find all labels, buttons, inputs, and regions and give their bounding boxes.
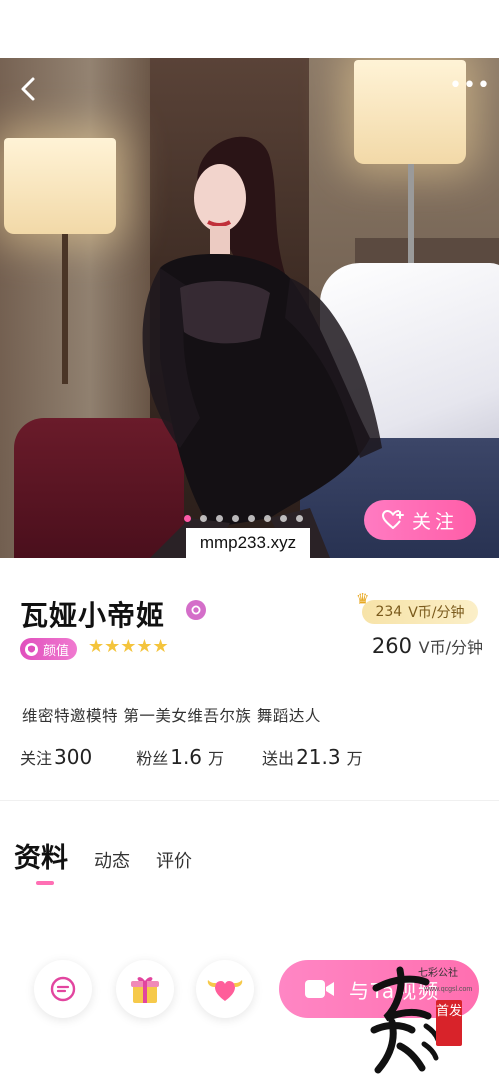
call-price: 260 V币/分钟 [372,634,483,658]
stat-value: 300 [54,745,93,769]
profile-tabs: 资料 动态 评价 [14,836,192,875]
gift-icon [131,977,159,1003]
heart-plus-icon [381,510,404,529]
face-icon [25,642,38,656]
stat-fans[interactable]: 粉丝 1.6 万 [136,745,224,769]
watermark-url: www.qcgsl.com [424,986,473,993]
carousel-dot[interactable] [264,515,271,522]
watermark-brand: 七彩公社 [418,968,458,979]
video-camera-icon [305,980,334,998]
follow-button[interactable]: 关注 [364,500,476,540]
carousel-dot[interactable] [184,515,191,522]
beauty-badge: 颜值 [20,638,78,660]
stat-label: 关注 [20,749,53,768]
stat-label: 粉丝 [136,749,169,768]
carousel-dot[interactable] [296,515,303,522]
watermark-seal: 首发 [436,1000,462,1046]
profile-name: 瓦娅小帝姬 [20,599,166,632]
chat-bubble-icon [50,976,76,1002]
beauty-badge-label: 颜值 [43,643,70,659]
stat-unit: 万 [346,749,363,768]
tab-reviews[interactable]: 评价 [156,847,192,873]
gift-button[interactable] [116,960,174,1018]
carousel-dot[interactable] [232,515,239,522]
stat-value: 21.3 [296,745,341,769]
overlay-url-text: mmp233.xyz [186,528,310,558]
stat-unit: 万 [208,749,225,768]
carousel-dot[interactable] [200,515,207,522]
winged-heart-icon [207,980,243,1001]
carousel-indicator [184,515,303,522]
more-options-icon[interactable]: ••• [449,75,490,100]
tab-indicator [36,881,54,885]
heart-gift-button[interactable] [196,960,254,1018]
tab-moments[interactable]: 动态 [94,847,130,873]
stat-label: 送出 [262,749,295,768]
vip-price-pill: 234 V币/分钟 [362,600,478,624]
carousel-dot[interactable] [248,515,255,522]
photo-model-figure [142,136,382,558]
vip-price-unit: V币/分钟 [408,605,465,621]
message-button[interactable] [34,960,92,1018]
section-divider [0,800,499,801]
call-price-unit: V币/分钟 [418,638,483,657]
tab-profile[interactable]: 资料 [14,836,68,875]
photo-lamp [4,138,116,234]
verified-icon [186,600,206,620]
stat-sent[interactable]: 送出 21.3 万 [262,745,363,769]
profile-stats: 关注 300 粉丝 1.6 万 送出 21.3 万 [20,745,363,769]
rating-stars: ★★★★★ [88,636,169,657]
follow-button-label: 关注 [411,510,458,533]
profile-photo-carousel[interactable] [0,58,499,558]
photo-lamp [62,234,68,384]
back-arrow-icon[interactable] [14,74,44,104]
carousel-dot[interactable] [216,515,223,522]
vip-price-value: 234 [375,604,403,620]
profile-bio: 维密特邀模特 第一美女维吾尔族 舞蹈达人 [22,707,321,725]
stat-following[interactable]: 关注 300 [20,745,98,769]
stat-value: 1.6 [170,745,203,769]
call-price-value: 260 [371,634,412,658]
carousel-dot[interactable] [280,515,287,522]
